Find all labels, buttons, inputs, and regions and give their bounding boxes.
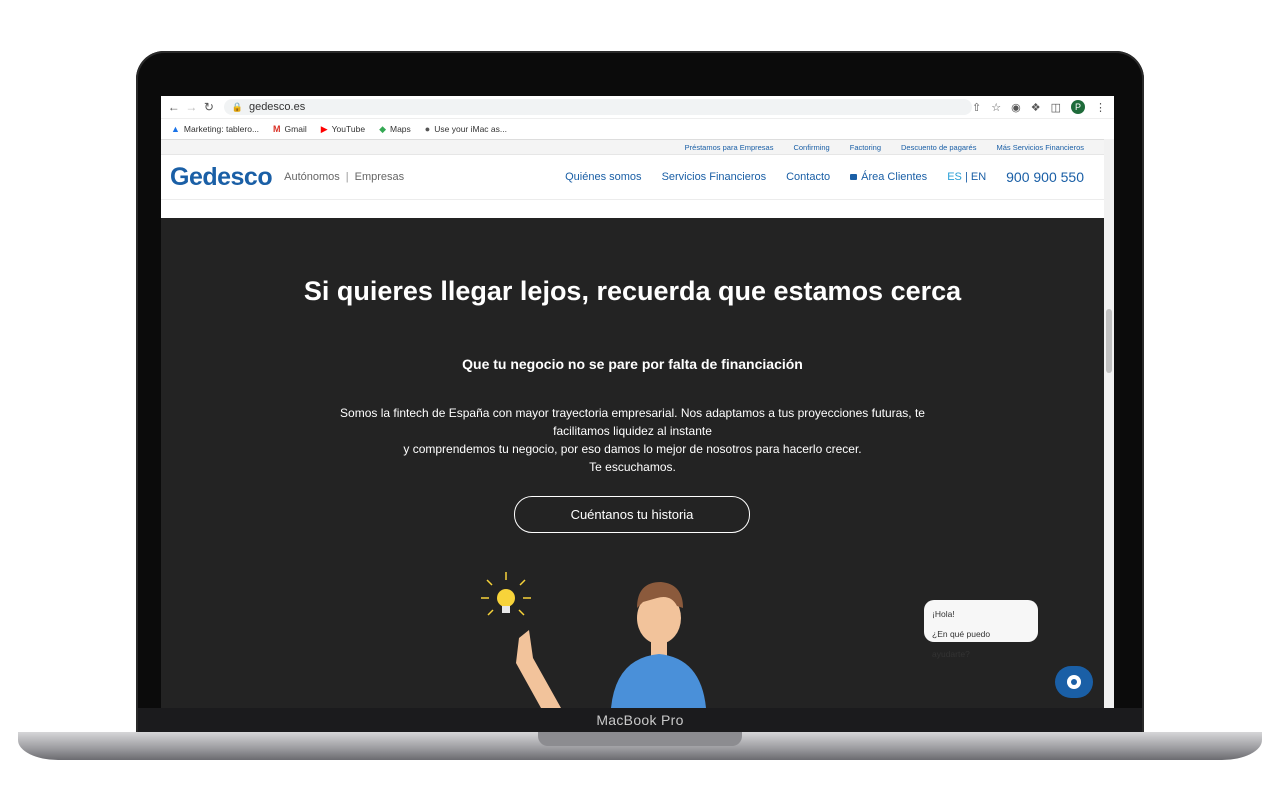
hero-section: Si quieres llegar lejos, recuerda que es… [161,218,1104,708]
maps-icon: ◆ [379,123,386,134]
tag-empresas[interactable]: Empresas [355,171,405,183]
extension-icon[interactable]: ◉ [1011,101,1021,114]
bookmarks-bar: ▲ Marketing: tablero... M Gmail ▶ YouTub… [161,119,1114,140]
tag-autonomos[interactable]: Autónomos [284,171,340,183]
hero-title: Si quieres llegar lejos, recuerda que es… [303,276,962,306]
bookmark-maps[interactable]: ◆ Maps [379,124,411,135]
youtube-icon: ▶ [320,123,328,134]
laptop-hinge: MacBook Pro [138,708,1142,732]
lightbulb-icon [481,572,531,616]
phone-number[interactable]: 900 900 550 [1006,169,1084,185]
topbar-link-prestamos[interactable]: Préstamos para Empresas [685,143,774,152]
scrollbar-thumb[interactable] [1106,309,1112,373]
hero-subtitle: Que tu negocio no se pare por falta de f… [462,356,803,372]
page-scrollbar[interactable] [1104,139,1114,708]
forward-icon[interactable]: → [183,100,201,114]
chat-launcher-button[interactable] [1055,666,1093,698]
lock-icon: 🔒 [231,101,243,112]
hero-paragraph-1: Somos la fintech de España con mayor tra… [340,406,925,438]
cuentanos-historia-button[interactable]: Cuéntanos tu historia [514,496,750,533]
gedesco-logo[interactable]: Gedesco [170,163,273,192]
language-switch: ES | EN [947,171,986,183]
header-spacer [161,200,1104,218]
hero-illustration [481,572,706,708]
bookmark-marketing[interactable]: ▲ Marketing: tablero... [171,124,259,134]
top-links-bar: Préstamos para Empresas Confirming Facto… [161,140,1104,155]
gmail-icon: M [273,124,281,134]
hero-paragraph-3: Te escuchamos. [589,460,676,474]
nav-contacto[interactable]: Contacto [786,171,830,183]
share-icon[interactable]: ⇧ [972,101,981,114]
site-header: Gedesco Autónomos | Empresas Quiénes somos… [161,155,1104,200]
hero-description: Somos la fintech de España con mayor tra… [311,404,954,476]
topbar-link-mas-servicios[interactable]: Más Servicios Financieros [996,143,1084,152]
back-icon[interactable]: ← [165,100,183,114]
reload-icon[interactable]: ↻ [200,100,218,114]
bookmark-imac[interactable]: ● Use your iMac as... [425,124,507,134]
tag-separator: | [345,171,349,183]
browser-window: ← → ↻ 🔒 gedesco.es ⇧ ☆ ◉ ❖ ◫ P ⋮ ▲ Marke… [161,96,1114,708]
nav-servicios-financieros[interactable]: Servicios Financieros [662,171,767,183]
chat-line-2: ¿En qué puedo ayudarte? [932,629,991,659]
topbar-link-confirming[interactable]: Confirming [793,143,829,152]
chat-icon [1067,675,1081,689]
more-menu-icon[interactable]: ⋮ [1095,101,1106,114]
apple-icon: ● [424,124,431,134]
macbook-label: MacBook Pro [596,712,684,728]
nav-quienes-somos[interactable]: Quiénes somos [565,171,641,183]
chat-line-1: ¡Hola! [932,609,955,619]
bookmark-youtube[interactable]: ▶ YouTube [321,124,365,135]
profile-avatar[interactable]: P [1071,100,1086,114]
laptop-base: MacBook Pro [18,708,1262,768]
lang-es[interactable]: ES [947,171,962,183]
lock-icon [850,174,858,180]
lang-en[interactable]: EN [971,171,986,183]
chat-greeting-bubble[interactable]: ¡Hola! ¿En qué puedo ayudarte? [924,600,1038,659]
main-nav: Quiénes somos Servicios Financieros Cont… [565,169,1084,185]
hero-paragraph-2: y comprendemos tu negocio, por eso damos… [403,442,862,456]
triangle-icon: ▲ [171,124,180,134]
nav-area-clientes[interactable]: Área Clientes [850,171,927,183]
topbar-link-factoring[interactable]: Factoring [850,143,881,152]
sidebar-icon[interactable]: ◫ [1051,101,1061,114]
laptop-notch [538,732,742,746]
url-text: gedesco.es [248,101,306,113]
bookmark-gmail[interactable]: M Gmail [273,124,307,134]
url-field[interactable]: 🔒 gedesco.es [223,99,973,115]
puzzle-icon[interactable]: ❖ [1031,101,1041,114]
star-icon[interactable]: ☆ [991,101,1001,114]
lang-separator: | [964,171,968,183]
person-figure [516,582,706,708]
topbar-link-descuento[interactable]: Descuento de pagarés [901,143,976,152]
address-bar: ← → ↻ 🔒 gedesco.es ⇧ ☆ ◉ ❖ ◫ P ⋮ [161,96,1114,119]
tagline: Autónomos | Empresas [284,171,404,183]
